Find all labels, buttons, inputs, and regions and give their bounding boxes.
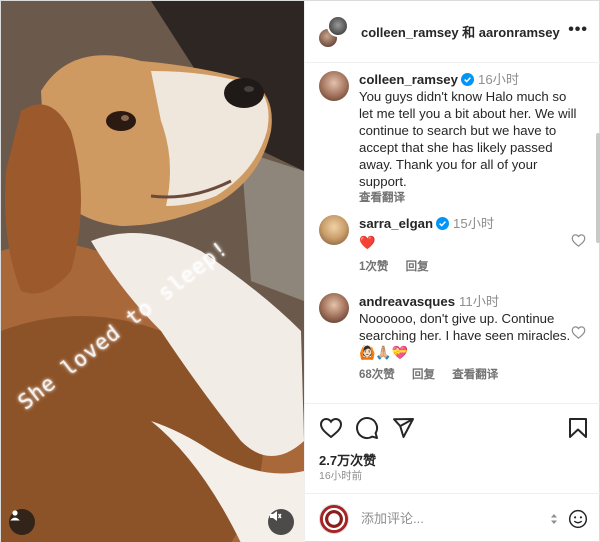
avatar xyxy=(319,503,349,534)
spinner-icon xyxy=(551,514,557,524)
post-timestamp[interactable]: 16小时前 xyxy=(319,468,362,483)
avatar[interactable] xyxy=(319,71,349,101)
heart-icon[interactable] xyxy=(319,416,343,440)
comment-time: 15小时 xyxy=(453,216,495,231)
comment-likes[interactable]: 68次赞 xyxy=(359,369,395,381)
comments-scrollbar[interactable] xyxy=(596,133,600,243)
bookmark-icon[interactable] xyxy=(566,416,590,440)
comment-likes[interactable]: 1次赞 xyxy=(359,261,388,273)
share-icon[interactable] xyxy=(391,416,415,440)
comment-time: 16小时 xyxy=(477,72,520,87)
comment-item: sarra_elgan 15小时 ❤️ 1次赞 回复 xyxy=(305,215,595,276)
verified-badge-icon xyxy=(436,217,450,230)
likes-count[interactable]: 2.7万次赞 xyxy=(319,450,376,469)
speaker-mute-icon[interactable] xyxy=(268,509,294,535)
beagle-illustration xyxy=(1,1,304,542)
comment-text: You guys didn't know Halo much so let me… xyxy=(359,89,577,189)
reply-link[interactable]: 回复 xyxy=(406,261,429,273)
post-actions: 2.7万次赞 16小时前 xyxy=(305,403,600,503)
post-authors[interactable]: colleen_ramsey 和 aaronramsey xyxy=(361,22,560,41)
post-side-panel: colleen_ramsey 和 aaronramsey ••• colleen… xyxy=(304,1,600,542)
comment-text: Noooooo, don't give up. Continue searchi… xyxy=(359,311,571,360)
comment-username[interactable]: andreavasques xyxy=(359,294,455,309)
collab-avatars[interactable] xyxy=(317,14,351,49)
heart-outline-icon[interactable] xyxy=(571,233,586,248)
comment-username[interactable]: colleen_ramsey xyxy=(359,72,458,87)
more-horizontal-icon[interactable]: ••• xyxy=(568,21,588,39)
post-photo[interactable]: She loved to sleep! xyxy=(1,1,304,542)
comments-list[interactable]: colleen_ramsey 16小时 You guys didn't know … xyxy=(305,63,600,403)
comment-icon[interactable] xyxy=(355,416,379,440)
post-header: colleen_ramsey 和 aaronramsey ••• xyxy=(305,1,600,63)
smiley-icon[interactable] xyxy=(568,509,588,529)
instagram-post: She loved to sleep! colleen_ramsey 和 aar… xyxy=(0,0,600,542)
person-tag-icon[interactable] xyxy=(9,509,35,535)
comment-input[interactable] xyxy=(361,511,541,526)
comment-text: ❤️ xyxy=(359,235,376,250)
comment-username[interactable]: sarra_elgan xyxy=(359,216,433,231)
see-translation-link[interactable]: 查看翻译 xyxy=(359,192,405,204)
comment-time: 11小时 xyxy=(459,294,500,309)
avatar[interactable] xyxy=(327,14,349,37)
caption-comment: colleen_ramsey 16小时 You guys didn't know … xyxy=(305,71,595,207)
comment-composer xyxy=(305,493,600,542)
avatar[interactable] xyxy=(319,293,349,323)
see-translation-link[interactable]: 查看翻译 xyxy=(452,369,498,381)
verified-badge-icon xyxy=(460,73,474,86)
heart-outline-icon[interactable] xyxy=(571,325,586,340)
comment-item: andreavasques 11小时 Noooooo, don't give up… xyxy=(305,293,595,384)
reply-link[interactable]: 回复 xyxy=(412,369,435,381)
avatar[interactable] xyxy=(319,215,349,245)
